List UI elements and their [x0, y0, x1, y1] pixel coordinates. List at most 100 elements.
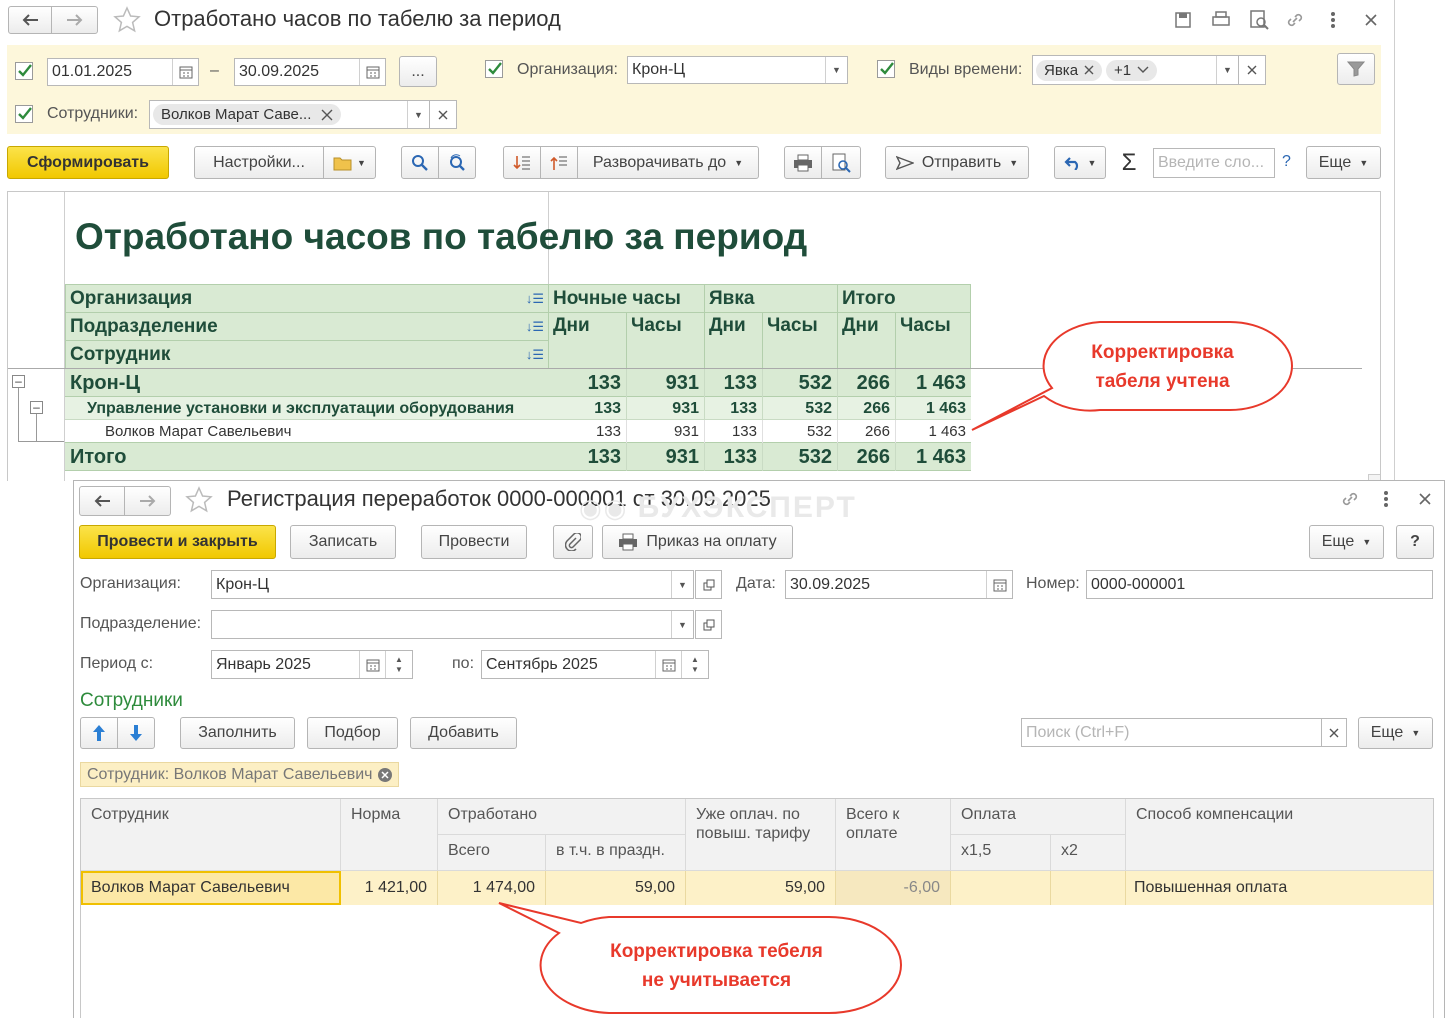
fill-button[interactable]: Заполнить [180, 717, 295, 749]
col-header-worked-holiday[interactable]: в т.ч. в праздн. [546, 835, 686, 871]
find-next-button[interactable] [438, 146, 476, 179]
table-row[interactable]: Волков Марат Савельевич 133 931 133 532 … [65, 420, 971, 443]
col-header-payment[interactable]: Оплата [951, 799, 1126, 835]
attach-button[interactable] [553, 525, 593, 559]
filter-settings-button[interactable] [1337, 53, 1375, 85]
settings-button[interactable]: Настройки... [194, 146, 324, 179]
dept-field[interactable]: ▼ [211, 610, 694, 639]
table-row[interactable]: Крон-Ц 133 931 133 532 266 1 463 [65, 369, 971, 397]
date-from-field[interactable]: 01.01.2025 [47, 58, 199, 86]
calendar-icon[interactable] [655, 651, 681, 678]
find-button[interactable] [401, 146, 439, 179]
remove-filter-icon[interactable] [378, 767, 393, 782]
forward-button[interactable] [51, 6, 98, 34]
spin-down-icon[interactable]: ▼ [691, 665, 699, 675]
collapse-dept-toggle[interactable]: – [30, 401, 43, 414]
help-button[interactable]: ? [1396, 525, 1434, 559]
cell-comp-method[interactable]: Повышенная оплата [1126, 871, 1433, 905]
clear-employees-button[interactable] [429, 100, 457, 129]
favorite-star-icon[interactable] [182, 484, 216, 516]
col-header-worked[interactable]: Отработано [438, 799, 686, 835]
cell-norm[interactable]: 1 421,00 [341, 871, 438, 905]
spin-down-icon[interactable]: ▼ [395, 665, 403, 675]
preview-icon[interactable] [1248, 9, 1270, 31]
back-button[interactable] [79, 486, 125, 516]
period-to-field[interactable]: Сентябрь 2025 ▲ ▼ [481, 650, 709, 679]
employee-tag[interactable]: Волков Марат Саве... [153, 104, 342, 125]
post-button[interactable]: Провести [421, 525, 527, 559]
move-down-button[interactable] [117, 717, 155, 749]
save-icon[interactable] [1172, 9, 1194, 31]
date-filter-checkbox[interactable] [15, 62, 33, 80]
col-header-comp-method[interactable]: Способ компенсации [1126, 799, 1433, 871]
calendar-icon[interactable] [986, 571, 1012, 598]
period-from-field[interactable]: Январь 2025 ▲ ▼ [211, 650, 413, 679]
variants-button[interactable]: ▼ [323, 146, 376, 179]
close-icon[interactable] [1414, 488, 1436, 510]
close-icon[interactable] [1360, 9, 1382, 31]
print-button[interactable] [784, 146, 822, 179]
report-search-field[interactable]: Введите сло... [1153, 148, 1275, 178]
chevron-down-icon[interactable]: ▼ [407, 101, 429, 128]
col-header-already-paid[interactable]: Уже оплач. по повыш. тарифу [686, 799, 836, 871]
collapse-all-button[interactable] [540, 146, 578, 179]
chevron-down-icon[interactable]: ▼ [671, 571, 693, 598]
more-button[interactable]: Еще ▼ [1309, 525, 1384, 559]
org-field[interactable]: Крон-Ц ▼ [211, 570, 694, 599]
chevron-down-icon[interactable]: ▼ [1216, 56, 1238, 84]
employees-filter-checkbox[interactable] [15, 105, 33, 123]
org-filter-checkbox[interactable] [485, 60, 503, 78]
link-icon[interactable] [1284, 9, 1306, 31]
spin-buttons[interactable]: ▲ ▼ [681, 651, 708, 678]
col-header-pay-2[interactable]: х2 [1051, 835, 1126, 871]
favorite-star-icon[interactable] [110, 4, 144, 36]
collapse-org-toggle[interactable]: – [12, 375, 25, 388]
save-button[interactable]: Записать [290, 525, 396, 559]
pick-button[interactable]: Подбор [307, 717, 398, 749]
employees-search-field[interactable]: Поиск (Ctrl+F) [1021, 718, 1322, 747]
send-button[interactable]: Отправить ▼ [885, 146, 1029, 179]
period-select-button[interactable]: ... [399, 56, 437, 87]
cell-pay-15[interactable] [951, 871, 1051, 905]
calendar-icon[interactable] [359, 59, 385, 85]
org-filter-field[interactable]: Крон-Ц ▼ [627, 56, 848, 84]
col-header-employee[interactable]: Сотрудник [81, 799, 341, 871]
sort-icon[interactable]: ↓☰ [526, 347, 544, 363]
calendar-icon[interactable] [172, 59, 198, 85]
forward-button[interactable] [124, 486, 171, 516]
add-button[interactable]: Добавить [410, 717, 517, 749]
time-types-field[interactable]: Явка +1 ▼ [1032, 55, 1239, 85]
post-and-close-button[interactable]: Провести и закрыть [79, 525, 276, 559]
kebab-menu-icon[interactable] [1375, 488, 1397, 510]
dept-open-button[interactable] [695, 610, 722, 639]
time-types-checkbox[interactable] [877, 60, 895, 78]
time-type-tag[interactable]: Явка [1036, 59, 1103, 81]
help-link[interactable]: ? [1282, 153, 1291, 171]
sort-icon[interactable]: ↓☰ [526, 319, 544, 335]
spin-buttons[interactable]: ▲ ▼ [385, 651, 412, 678]
clear-search-button[interactable] [1321, 718, 1347, 747]
undo-button[interactable]: ▼ [1054, 146, 1106, 179]
table-more-button[interactable]: Еще ▼ [1358, 717, 1433, 749]
table-row[interactable]: Итого 133 931 133 532 266 1 463 [65, 443, 971, 471]
chevron-down-icon[interactable]: ▼ [825, 57, 847, 83]
back-button[interactable] [8, 6, 52, 34]
table-row[interactable]: Управление установки и эксплуатации обор… [65, 397, 971, 420]
sum-icon[interactable]: Σ [1117, 149, 1141, 176]
sort-icon[interactable]: ↓☰ [526, 291, 544, 307]
col-header-norm[interactable]: Норма [341, 799, 438, 871]
col-header-total-pay[interactable]: Всего к оплате [836, 799, 951, 871]
generate-button[interactable]: Сформировать [7, 146, 169, 179]
print-icon[interactable] [1210, 9, 1232, 31]
more-button[interactable]: Еще ▼ [1306, 146, 1381, 179]
time-type-more-tag[interactable]: +1 [1106, 59, 1158, 81]
print-preview-button[interactable] [821, 146, 861, 179]
expand-all-button[interactable] [503, 146, 541, 179]
expand-to-button[interactable]: Разворачивать до ▼ [577, 146, 759, 179]
kebab-menu-icon[interactable] [1322, 9, 1344, 31]
date-field[interactable]: 30.09.2025 [785, 570, 1013, 599]
calendar-icon[interactable] [359, 651, 385, 678]
move-up-button[interactable] [80, 717, 118, 749]
filter-chip[interactable]: Сотрудник: Волков Марат Савельевич [80, 762, 400, 787]
spin-up-icon[interactable]: ▲ [691, 655, 699, 665]
